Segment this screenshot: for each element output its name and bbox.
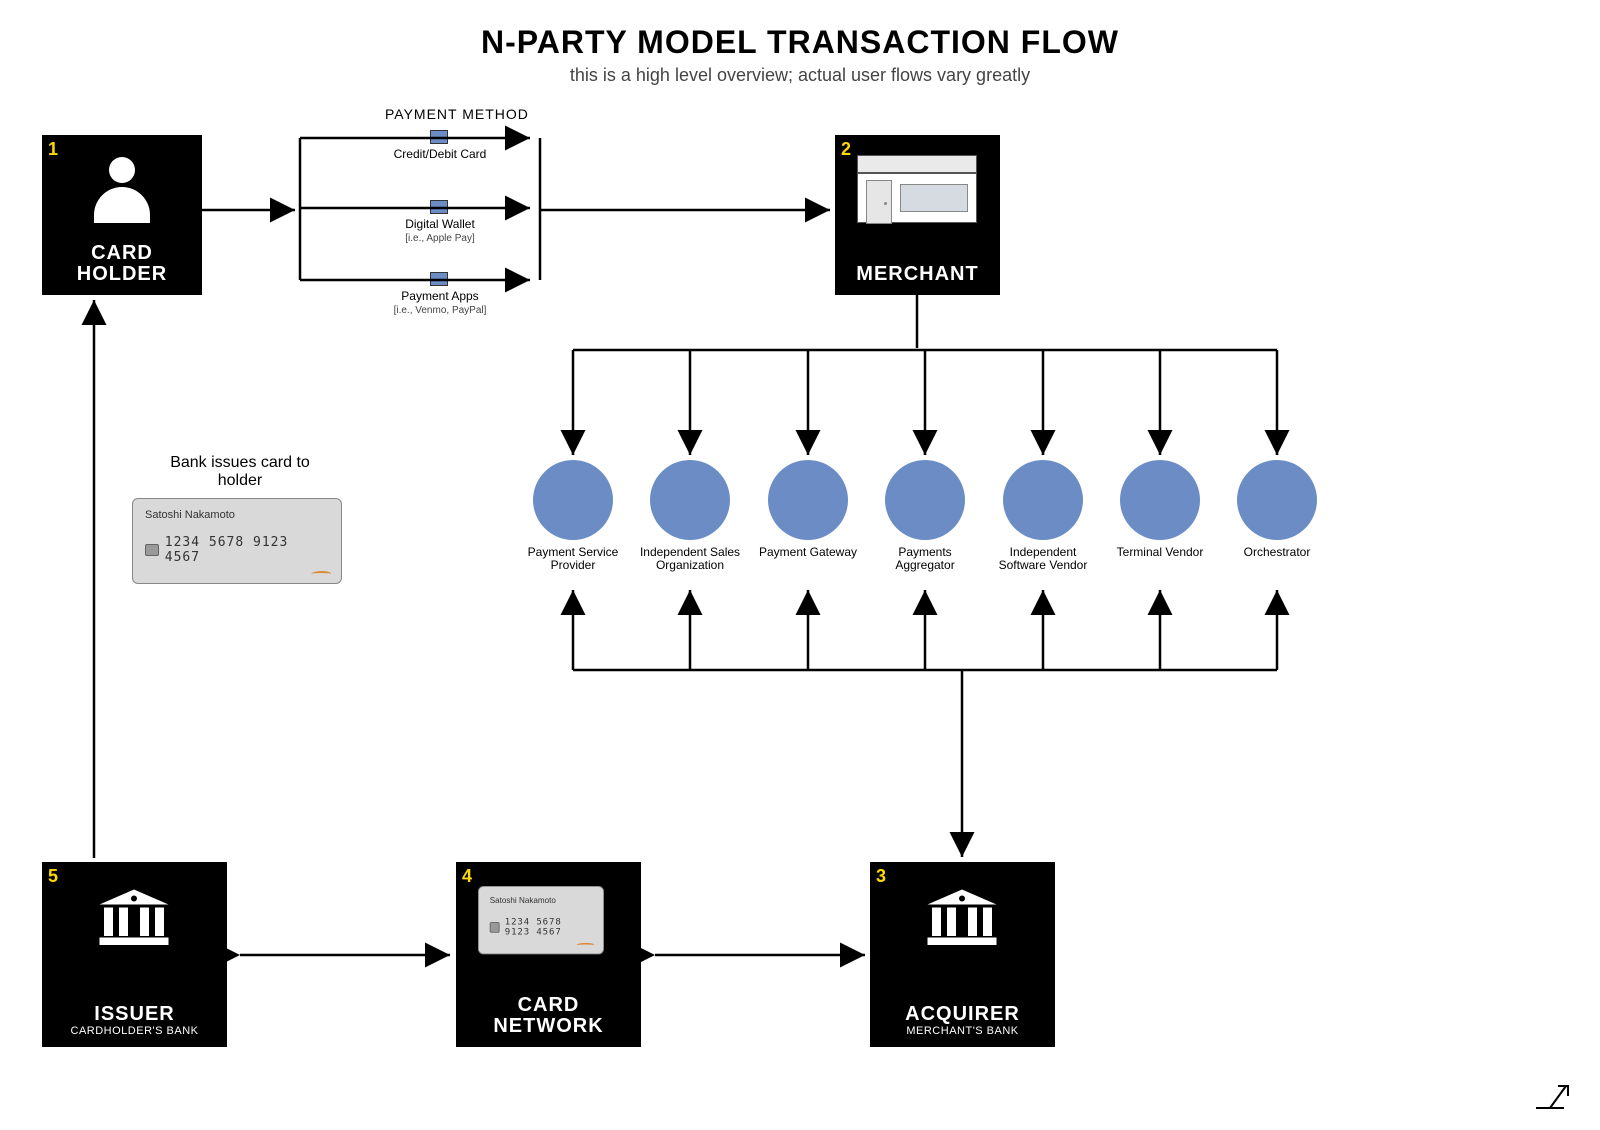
node-number: 4 — [462, 866, 472, 887]
node-number: 5 — [48, 866, 58, 887]
intermediary-label: Terminal Vendor — [1105, 546, 1215, 559]
brand-logo-icon — [1532, 1082, 1572, 1112]
node-label: CARDHOLDER — [77, 243, 167, 285]
node-number: 2 — [841, 139, 851, 160]
storefront-icon — [857, 155, 977, 225]
intermediary-label: Payment Service Provider — [518, 546, 628, 572]
intermediary-node — [533, 460, 613, 540]
payment-method-header: PAYMENT METHOD — [385, 106, 529, 122]
diagram-subtitle: this is a high level overview; actual us… — [0, 65, 1600, 86]
bank-icon — [94, 888, 174, 948]
issue-note: Bank issues card to holder — [150, 454, 330, 491]
node-label: ACQUIRER — [905, 1004, 1020, 1025]
node-acquirer: 3 ACQUIRER MERCHANT'S BANK — [870, 862, 1055, 1047]
intermediary-node — [650, 460, 730, 540]
intermediary-node — [885, 460, 965, 540]
node-cardholder: 1 CARDHOLDER — [42, 135, 202, 295]
node-label: CARDNETWORK — [493, 995, 603, 1037]
person-icon — [92, 157, 152, 227]
payment-method-label: Digital Wallet[i.e., Apple Pay] — [350, 218, 530, 244]
node-number: 3 — [876, 866, 886, 887]
node-merchant: 2 MERCHANT — [835, 135, 1000, 295]
intermediary-label: Payment Gateway — [753, 546, 863, 559]
intermediary-node — [1120, 460, 1200, 540]
intermediary-label: Payments Aggregator — [870, 546, 980, 572]
intermediary-node — [768, 460, 848, 540]
intermediary-node — [1003, 460, 1083, 540]
card-chip-icon — [430, 200, 448, 214]
diagram-title: N-PARTY MODEL TRANSACTION FLOW — [0, 0, 1600, 61]
card-chip-icon — [430, 272, 448, 286]
node-sublabel: CARDHOLDER'S BANK — [71, 1025, 199, 1037]
node-card-network: 4 Satoshi Nakamoto 1234 5678 9123 4567 C… — [456, 862, 641, 1047]
card-chip-icon — [145, 544, 159, 556]
payment-method-label: Credit/Debit Card — [350, 148, 530, 161]
intermediary-label: Independent Sales Organization — [635, 546, 745, 572]
credit-card-icon: Satoshi Nakamoto 1234 5678 9123 4567 — [478, 886, 604, 954]
node-number: 1 — [48, 139, 58, 160]
issued-card: Satoshi Nakamoto 1234 5678 9123 4567 — [132, 498, 342, 584]
bank-icon — [922, 888, 1002, 948]
card-chip-icon — [430, 130, 448, 144]
node-label: MERCHANT — [856, 264, 978, 285]
node-issuer: 5 ISSUER CARDHOLDER'S BANK — [42, 862, 227, 1047]
node-label: ISSUER — [94, 1004, 174, 1025]
payment-method-label: Payment Apps[i.e., Venmo, PayPal] — [350, 290, 530, 316]
intermediary-label: Orchestrator — [1222, 546, 1332, 559]
intermediary-node — [1237, 460, 1317, 540]
intermediary-label: Independent Software Vendor — [988, 546, 1098, 572]
node-sublabel: MERCHANT'S BANK — [906, 1025, 1018, 1037]
